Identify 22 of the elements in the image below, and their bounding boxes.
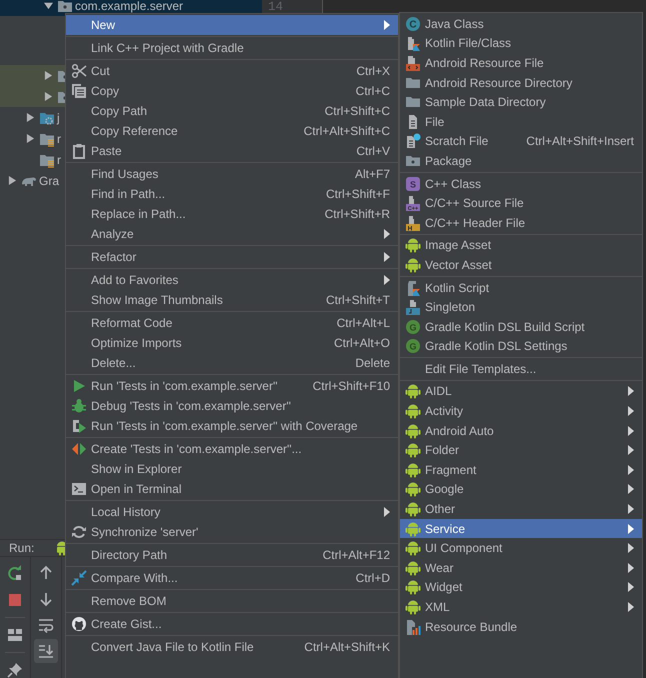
shortcut-text: Ctrl+Alt+Shift+K xyxy=(304,640,390,654)
shortcut-text: Ctrl+Alt+F12 xyxy=(322,548,390,562)
shortcut-text: Alt+F7 xyxy=(354,167,390,181)
panel-title: Run: xyxy=(9,541,34,555)
shortcut-text: Ctrl+Alt+Shift+C xyxy=(304,124,390,138)
gradle-icon: G xyxy=(405,318,421,335)
shortcut-text: Ctrl+Alt+L xyxy=(336,316,390,330)
shortcut-text: Ctrl+Alt+O xyxy=(334,336,390,350)
shortcut-text: Ctrl+Shift+C xyxy=(324,104,390,118)
shortcut-text: Ctrl+V xyxy=(356,144,390,158)
shortcut-text: Ctrl+D xyxy=(356,571,390,585)
shortcut-text: Ctrl+Shift+T xyxy=(326,293,390,307)
class-icon: C xyxy=(405,16,421,32)
gradle-icon: G xyxy=(405,338,421,354)
shortcut-text: Ctrl+X xyxy=(356,64,390,78)
shortcut-text: Ctrl+Shift+F xyxy=(326,187,390,201)
shortcut-text: Ctrl+C xyxy=(356,84,390,98)
class-icon: S xyxy=(405,176,421,192)
shortcut-text: Ctrl+Alt+Shift+Insert xyxy=(526,134,634,148)
shortcut-text: Delete xyxy=(355,356,390,370)
shortcut-text: Ctrl+Shift+R xyxy=(324,207,390,221)
shortcut-text: Ctrl+Shift+F10 xyxy=(312,379,390,393)
